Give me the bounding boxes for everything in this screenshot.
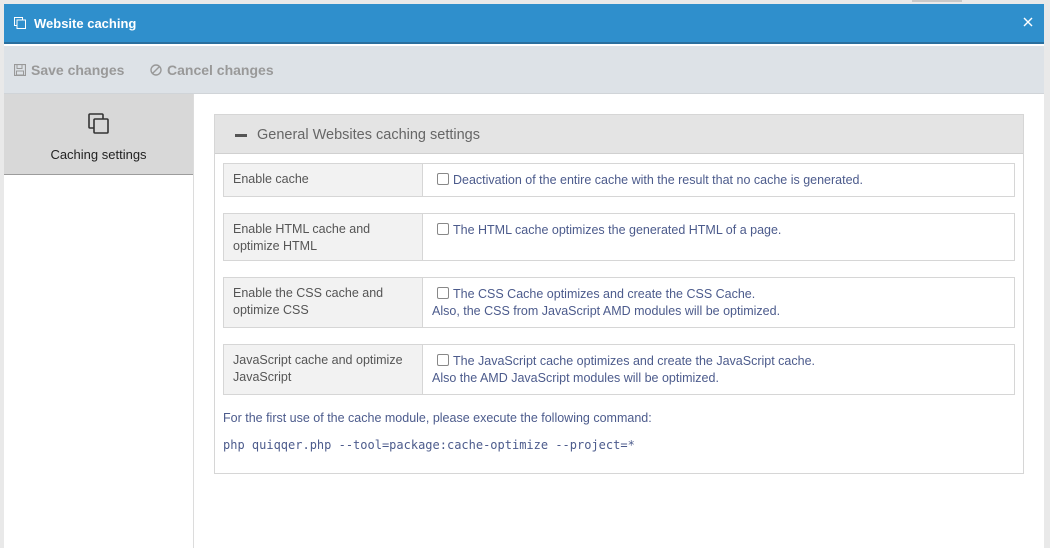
setting-row-html-cache: Enable HTML cache and optimize HTML The … <box>223 213 1015 261</box>
setting-label: JavaScript cache and optimize JavaScript <box>224 345 423 394</box>
setting-label: Enable HTML cache and optimize HTML <box>224 214 423 260</box>
window-titlebar: Website caching <box>4 4 1044 44</box>
description-text: The JavaScript cache optimizes and creat… <box>453 354 815 368</box>
sidebar: Caching settings <box>4 94 194 548</box>
cache-module-note: For the first use of the cache module, p… <box>223 411 652 425</box>
description-text-line2: Also the AMD JavaScript modules will be … <box>432 371 719 385</box>
background-tab <box>912 0 962 2</box>
css-cache-checkbox[interactable] <box>437 287 449 299</box>
copy-icon <box>87 112 111 136</box>
sidebar-item-caching-settings[interactable]: Caching settings <box>4 94 193 175</box>
setting-row-css-cache: Enable the CSS cache and optimize CSS Th… <box>223 277 1015 328</box>
cancel-changes-button[interactable]: Cancel changes <box>150 46 274 94</box>
setting-description: The HTML cache optimizes the generated H… <box>432 222 781 239</box>
cancel-changes-label: Cancel changes <box>167 62 274 78</box>
floppy-disk-icon <box>14 64 26 76</box>
description-text-line2: Also, the CSS from JavaScript AMD module… <box>432 304 781 318</box>
setting-description: Deactivation of the entire cache with th… <box>432 172 863 189</box>
window-title: Website caching <box>34 16 137 31</box>
cache-optimize-command: php quiqqer.php --tool=package:cache-opt… <box>223 438 635 452</box>
setting-description: The CSS Cache optimizes and create the C… <box>432 286 780 320</box>
description-text: The HTML cache optimizes the generated H… <box>453 223 782 237</box>
toolbar: Save changes Cancel changes <box>4 46 1044 94</box>
copy-icon <box>14 17 26 29</box>
minus-icon[interactable] <box>235 134 247 137</box>
description-text: The CSS Cache optimizes and create the C… <box>453 287 756 301</box>
caching-settings-panel: General Websites caching settings Enable… <box>214 114 1024 474</box>
background-edge <box>1044 0 1050 548</box>
panel-header[interactable]: General Websites caching settings <box>215 115 1023 154</box>
html-cache-checkbox[interactable] <box>437 223 449 235</box>
setting-label: Enable the CSS cache and optimize CSS <box>224 278 423 327</box>
setting-row-enable-cache: Enable cache Deactivation of the entire … <box>223 163 1015 197</box>
description-text: Deactivation of the entire cache with th… <box>453 173 863 187</box>
javascript-cache-checkbox[interactable] <box>437 354 449 366</box>
panel-title: General Websites caching settings <box>257 127 480 143</box>
cancel-circle-icon <box>150 64 162 76</box>
setting-row-javascript-cache: JavaScript cache and optimize JavaScript… <box>223 344 1015 395</box>
save-changes-label: Save changes <box>31 62 125 78</box>
website-caching-window: Website caching Save changes Cancel chan… <box>4 4 1044 548</box>
save-changes-button[interactable]: Save changes <box>14 46 124 94</box>
setting-description: The JavaScript cache optimizes and creat… <box>432 353 815 387</box>
setting-label: Enable cache <box>224 164 423 196</box>
sidebar-item-label: Caching settings <box>50 147 147 162</box>
close-icon[interactable] <box>1020 14 1036 30</box>
enable-cache-checkbox[interactable] <box>437 173 449 185</box>
